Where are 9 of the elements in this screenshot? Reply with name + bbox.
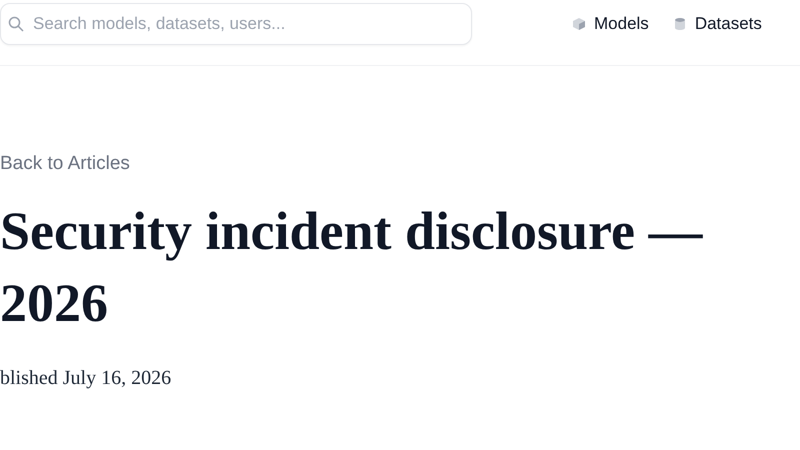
cube-icon — [572, 16, 586, 31]
article-title-line: Security incident disclosure — — [0, 200, 704, 263]
nav-link[interactable]: Models — [572, 11, 649, 36]
search-field[interactable]: Search models, datasets, users... — [0, 3, 472, 45]
database-icon — [672, 16, 687, 31]
published-date: blished July 16, 2026 — [0, 366, 172, 390]
nav-link[interactable]: Datasets — [672, 11, 762, 36]
article-title-line: 2026 — [0, 272, 109, 334]
back-link[interactable]: Back to Articles — [0, 150, 130, 178]
